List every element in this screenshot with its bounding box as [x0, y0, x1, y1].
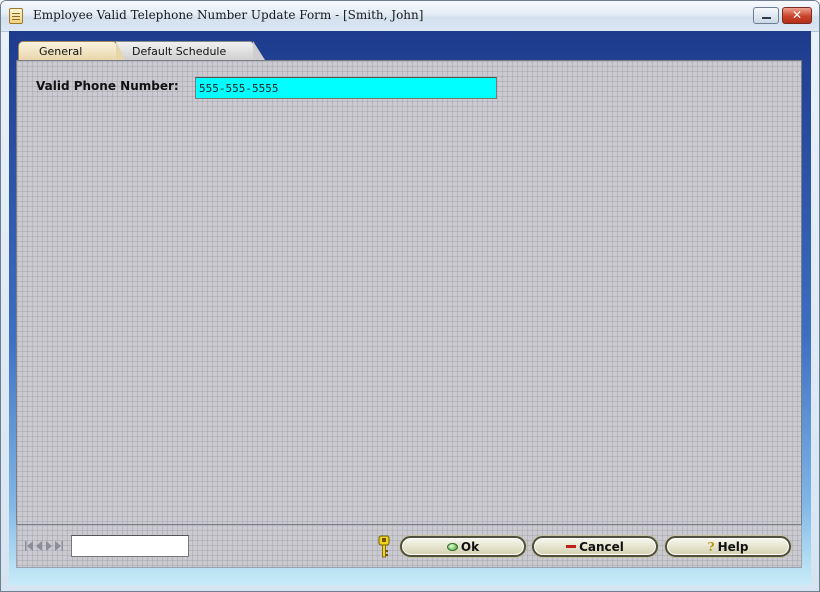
close-button[interactable]: ✕: [782, 7, 812, 24]
tab-default-schedule[interactable]: Default Schedule: [111, 41, 265, 60]
cancel-button-label: Cancel: [579, 539, 624, 554]
ok-button[interactable]: Ok: [400, 536, 526, 557]
last-record-icon[interactable]: [54, 540, 64, 552]
next-record-icon[interactable]: [44, 540, 54, 552]
record-number-input[interactable]: [71, 535, 189, 557]
tab-default-schedule-label: Default Schedule: [132, 45, 227, 58]
cancel-button[interactable]: Cancel: [532, 536, 658, 557]
window-title: Employee Valid Telephone Number Update F…: [33, 8, 424, 22]
help-button[interactable]: ? Help: [665, 536, 791, 557]
record-navigator: [24, 540, 66, 552]
app-window: Employee Valid Telephone Number Update F…: [0, 0, 820, 592]
form-icon: [9, 8, 23, 24]
tab-general-label: General: [39, 45, 83, 58]
key-icon: [378, 535, 390, 559]
minimize-button[interactable]: [753, 7, 779, 24]
client-area: General Default Schedule Valid Phone Num…: [9, 31, 811, 585]
help-button-label: Help: [717, 539, 749, 554]
first-record-icon[interactable]: [24, 540, 34, 552]
ok-button-label: Ok: [460, 539, 480, 554]
phone-number-input[interactable]: [195, 77, 497, 99]
cancel-icon: [566, 545, 577, 548]
general-tab-panel: Valid Phone Number:: [16, 60, 802, 525]
phone-number-label: Valid Phone Number:: [36, 79, 179, 93]
help-icon: ?: [707, 539, 715, 554]
ok-icon: [446, 542, 458, 551]
tab-general[interactable]: General: [18, 41, 125, 60]
minimize-icon: [762, 17, 771, 19]
title-bar[interactable]: Employee Valid Telephone Number Update F…: [1, 1, 819, 32]
form-footer: Ok Cancel ? Help: [16, 525, 802, 568]
previous-record-icon[interactable]: [34, 540, 44, 552]
